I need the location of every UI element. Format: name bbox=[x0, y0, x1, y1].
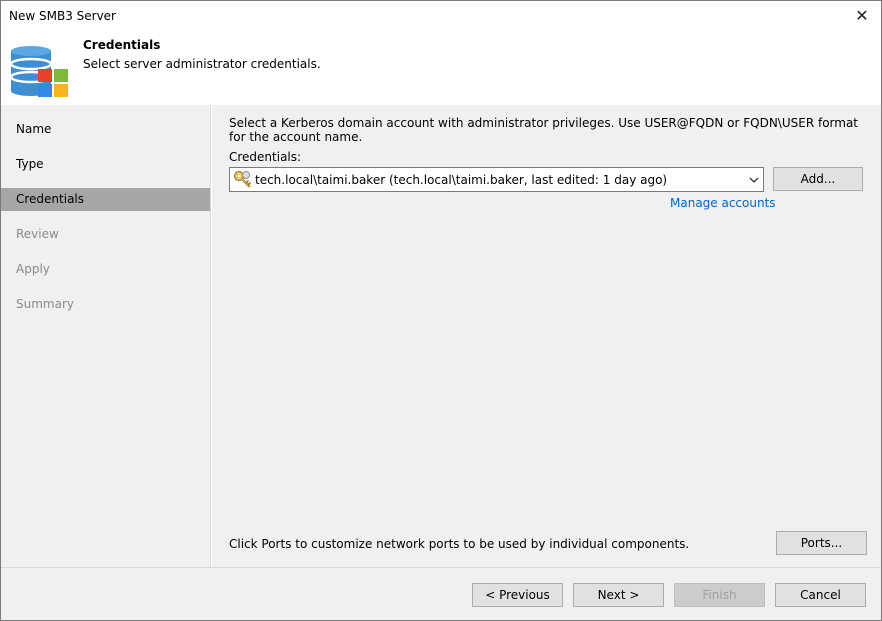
wizard-steps-sidebar: Name Type Credentials Review Apply Summa… bbox=[1, 105, 211, 567]
main-panel: Select a Kerberos domain account with ad… bbox=[212, 105, 881, 567]
title-bar: New SMB3 Server ✕ bbox=[1, 1, 881, 31]
next-button[interactable]: Next > bbox=[573, 583, 664, 607]
step-review: Review bbox=[16, 227, 59, 241]
credentials-label: Credentials: bbox=[229, 150, 302, 164]
description-text: Select a Kerberos domain account with ad… bbox=[229, 116, 859, 144]
database-windows-icon bbox=[9, 46, 68, 97]
key-icon bbox=[234, 171, 252, 188]
step-name[interactable]: Name bbox=[1, 118, 210, 141]
window-title: New SMB3 Server bbox=[9, 9, 116, 23]
credentials-value: tech.local\taimi.baker (tech.local\taimi… bbox=[255, 173, 668, 187]
new-smb3-server-dialog: New SMB3 Server ✕ Credentials Select ser… bbox=[0, 0, 882, 621]
step-type[interactable]: Type bbox=[1, 153, 210, 176]
wizard-header: Credentials Select server administrator … bbox=[1, 31, 881, 105]
finish-button: Finish bbox=[674, 583, 765, 607]
step-apply: Apply bbox=[16, 262, 50, 276]
previous-button[interactable]: < Previous bbox=[472, 583, 563, 607]
manage-accounts-link[interactable]: Manage accounts bbox=[670, 196, 776, 210]
wizard-footer: < Previous Next > Finish Cancel bbox=[1, 567, 881, 620]
ports-button[interactable]: Ports... bbox=[776, 531, 867, 555]
step-credentials[interactable]: Credentials bbox=[1, 188, 210, 211]
close-icon[interactable]: ✕ bbox=[849, 4, 875, 28]
chevron-down-icon[interactable] bbox=[749, 175, 759, 185]
ports-description: Click Ports to customize network ports t… bbox=[229, 537, 690, 551]
page-title: Credentials bbox=[83, 38, 161, 52]
page-subtitle: Select server administrator credentials. bbox=[83, 57, 321, 71]
step-summary: Summary bbox=[16, 297, 74, 311]
credentials-dropdown[interactable]: tech.local\taimi.baker (tech.local\taimi… bbox=[229, 167, 764, 192]
add-credentials-button[interactable]: Add... bbox=[773, 167, 863, 191]
cancel-button[interactable]: Cancel bbox=[775, 583, 866, 607]
